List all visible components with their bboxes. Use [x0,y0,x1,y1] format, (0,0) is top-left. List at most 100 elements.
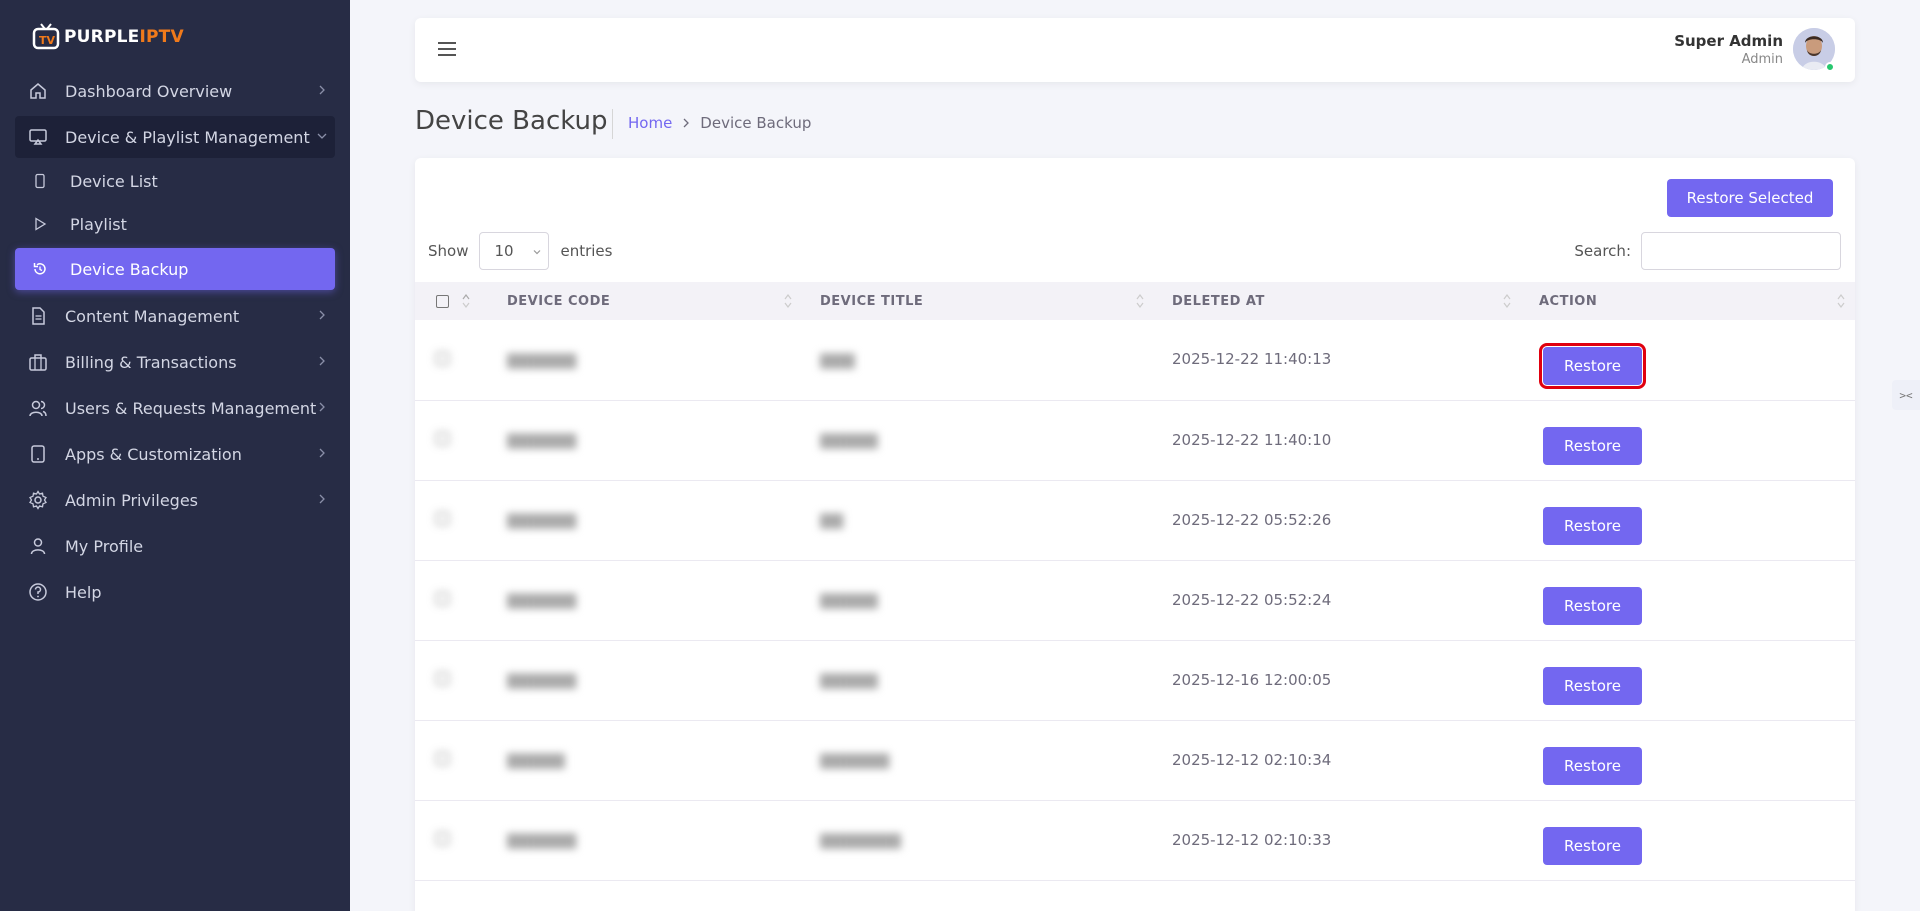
redacted-placeholder: ▇▇▇▇▇▇ [507,591,577,609]
deleted-at-cell: 2025-12-22 05:52:24 [1154,560,1521,641]
column-device-code[interactable]: DEVICE CODE [489,282,802,320]
column-device-title[interactable]: DEVICE TITLE [802,282,1154,320]
table-row: ▇▇▇▇▇ ▇▇▇▇▇▇ 2025-12-12 02:10:34 Restore [415,720,1855,801]
sidebar-item-label: Device & Playlist Management [65,127,310,147]
chevron-right-icon [319,85,325,95]
restore-button[interactable]: Restore [1543,667,1642,705]
restore-selected-button[interactable]: Restore Selected [1667,179,1833,217]
chevron-right-icon [319,402,325,412]
table-row: ▇▇▇▇▇▇ ▇▇▇▇▇▇▇ 2025-12-12 02:10:33 Resto… [415,800,1855,881]
document-icon [32,307,45,325]
table-row: ▇▇▇▇▇▇ ▇▇▇ 2025-12-22 11:40:13 Restore [415,320,1855,401]
redacted-placeholder: ▇▇▇▇▇▇▇ [820,831,901,849]
restore-button[interactable]: Restore [1543,507,1642,545]
page-title: Device Backup [415,106,608,136]
menu-icon[interactable] [437,40,457,58]
select-all-header [415,282,489,320]
sidebar-item-content-management[interactable]: Content Management [15,295,335,337]
sidebar-item-label: Device Backup [70,259,189,279]
sidebar-item-label: Dashboard Overview [65,81,233,101]
breadcrumb-home-link[interactable]: Home [628,114,672,132]
breadcrumb: Home Device Backup [628,114,811,132]
sidebar-item-help[interactable]: Help [15,571,335,613]
sidebar-item-label: My Profile [65,536,144,556]
entries-length-control: Show 10 entries [428,232,612,270]
redacted-placeholder: ▇▇▇▇▇ [820,671,878,689]
search-control: Search: [1574,232,1841,270]
select-all-checkbox[interactable] [436,294,449,308]
restore-button[interactable]: Restore [1543,587,1642,625]
row-checkbox[interactable] [436,432,449,445]
sidebar-item-label: Apps & Customization [65,444,242,464]
redacted-placeholder: ▇▇▇▇▇▇ [507,431,577,449]
redacted-placeholder: ▇▇▇▇▇ [507,751,565,769]
chevron-right-icon [319,448,325,458]
breadcrumb-current: Device Backup [700,114,812,132]
sidebar-item-dashboard-overview[interactable]: Dashboard Overview [15,70,335,112]
users-icon [29,400,47,417]
sidebar-nav: Dashboard Overview Device & Playlist Man… [15,70,335,617]
sort-icon [1503,294,1511,308]
search-input[interactable] [1641,232,1841,270]
chevron-right-icon [319,494,325,504]
row-checkbox[interactable] [436,752,449,765]
chevron-right-icon [319,356,325,366]
table-body: ▇▇▇▇▇▇ ▇▇▇ 2025-12-22 11:40:13 Restore ▇… [415,320,1855,881]
table-header-row: DEVICE CODE DEVICE TITLE DELETED AT ACTI… [415,282,1855,320]
sidebar-item-apps-customization[interactable]: Apps & Customization [15,433,335,475]
svg-text:TV: TV [39,34,56,47]
redacted-placeholder: ▇▇▇▇▇▇ [507,671,577,689]
row-checkbox[interactable] [436,351,449,365]
sidebar-item-device-backup[interactable]: Device Backup [15,248,335,290]
sidebar-item-label: Device List [70,171,158,191]
restore-icon [33,263,46,275]
restore-button[interactable]: Restore [1543,427,1642,465]
restore-button[interactable]: Restore [1543,827,1642,865]
sidebar-item-admin-privileges[interactable]: Admin Privileges [15,479,335,521]
chevron-right-icon [319,310,325,320]
sort-icon[interactable] [462,293,470,309]
entries-select[interactable]: 10 [479,232,550,270]
top-header: Super Admin Admin [415,18,1855,82]
sidebar-item-device-playlist-management[interactable]: Device & Playlist Management [15,116,335,158]
sidebar-item-my-profile[interactable]: My Profile [15,525,335,567]
online-status-badge [1825,62,1835,72]
deleted-at-cell: 2025-12-12 02:10:33 [1154,800,1521,881]
row-checkbox[interactable] [436,832,449,845]
sidebar-item-users-requests-management[interactable]: Users & Requests Management [15,387,335,429]
device-backup-table: DEVICE CODE DEVICE TITLE DELETED AT ACTI… [415,282,1855,881]
redacted-placeholder: ▇▇▇▇▇ [820,431,878,449]
show-label: Show [428,242,469,260]
row-checkbox[interactable] [436,592,449,605]
sidebar-item-device-list[interactable]: Device List [15,162,335,200]
row-checkbox[interactable] [436,672,449,685]
sort-icon [1837,294,1845,308]
row-checkbox[interactable] [436,512,449,525]
collapse-panel-icon[interactable]: >< [1892,380,1920,410]
device-backup-card: Restore Selected Show 10 entries Search:… [415,158,1855,911]
restore-button[interactable]: Restore [1543,747,1642,785]
redacted-placeholder: ▇▇▇ [820,350,855,369]
deleted-at-cell: 2025-12-12 02:10:34 [1154,720,1521,801]
column-action[interactable]: ACTION [1521,282,1855,320]
brand-name: PURPLEIPTV [64,27,184,47]
gear-icon [29,490,47,510]
chevron-right-icon [683,118,690,128]
redacted-placeholder: ▇▇▇▇▇▇ [507,511,577,529]
sidebar-item-label: Billing & Transactions [65,352,237,372]
sidebar-item-billing-transactions[interactable]: Billing & Transactions [15,341,335,383]
search-label: Search: [1574,242,1631,260]
user-info[interactable]: Super Admin Admin [1674,32,1783,67]
briefcase-icon [29,354,47,371]
column-deleted-at[interactable]: DELETED AT [1154,282,1521,320]
entries-label: entries [560,242,613,260]
brand-logo[interactable]: TV PURPLEIPTV [32,22,184,52]
table-row: ▇▇▇▇▇▇ ▇▇ 2025-12-22 05:52:26 Restore [415,480,1855,561]
restore-button[interactable]: Restore [1539,342,1646,389]
sidebar-item-label: Playlist [70,214,127,234]
entries-select-value: 10 [494,242,514,260]
redacted-placeholder: ▇▇▇▇▇▇ [820,751,890,769]
table-row: ▇▇▇▇▇▇ ▇▇▇▇▇ 2025-12-16 12:00:05 Restore [415,640,1855,721]
sidebar-item-playlist[interactable]: Playlist [15,205,335,243]
table-row: ▇▇▇▇▇▇ ▇▇▇▇▇ 2025-12-22 11:40:10 Restore [415,400,1855,481]
